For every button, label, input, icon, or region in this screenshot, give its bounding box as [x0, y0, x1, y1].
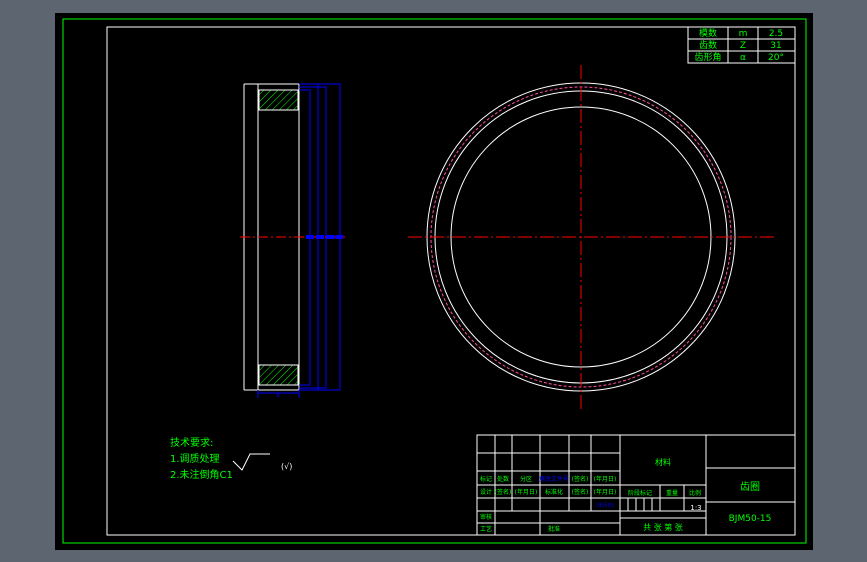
tb-weight: 重量	[666, 489, 678, 497]
section-hatch-bottom	[258, 364, 299, 386]
gear-parameter-table: 模数 m 2.5 齿数 Z 31 齿形角 α 20°	[687, 26, 796, 64]
tech-title: 技术要求:	[170, 436, 213, 449]
tech-item-1: 1.调质处理	[170, 453, 220, 465]
param-val-2: 20°	[768, 53, 784, 63]
width-dimension-label: B	[276, 393, 280, 399]
param-name-1: 齿数	[699, 39, 717, 51]
tb-scale: 比例	[689, 489, 701, 497]
scale-value: 1:3	[690, 504, 701, 512]
drawing-canvas[interactable]: 模数 m 2.5 齿数 Z 31 齿形角 α 20° B 技术要求: 1.调质处…	[55, 13, 813, 550]
roughness-note: (√)	[281, 462, 292, 471]
tb-r2-c1: (签名)	[495, 488, 512, 496]
drawing-number: BJM50-15	[729, 514, 772, 524]
tb-r2-c4: (签名)	[572, 488, 589, 496]
tb-r2-c0: 设计	[480, 488, 492, 496]
tb-r2-c2: (年月日)	[515, 488, 538, 496]
param-sym-2: α	[740, 53, 746, 63]
tb-r2-c5: (年月日)	[594, 488, 617, 496]
material-label: 材料	[655, 457, 671, 467]
tb-r2-c3: 标准化	[545, 488, 563, 496]
tb-sheets: 共 张 第 张	[643, 522, 683, 532]
tb-r1-c4: (签名)	[572, 475, 589, 483]
section-hatch-top	[258, 89, 299, 111]
tb-r1-c5: (年月日)	[594, 475, 617, 483]
surface-roughness-symbol	[232, 453, 270, 471]
tb-approve: 批准	[548, 525, 560, 533]
tb-blue-small: (年月日)	[596, 502, 615, 509]
tb-r1-c1: 处数	[497, 475, 509, 483]
tb-r1-c2: 分区	[520, 475, 532, 483]
tb-stage-mark: 阶段标记	[628, 489, 652, 497]
gear-ring-front-view[interactable]	[408, 65, 774, 412]
tb-r1-c3: 更改文件号	[539, 475, 569, 483]
tb-review: 审核	[480, 513, 492, 521]
param-sym-0: m	[739, 29, 748, 39]
tb-r1-c0: 标记	[480, 475, 492, 483]
param-name-0: 模数	[699, 27, 717, 39]
part-name: 齿圈	[740, 481, 760, 493]
tb-process: 工艺	[480, 525, 492, 533]
technical-requirements: 技术要求: 1.调质处理 2.未注倒角C1 (√)	[170, 436, 292, 481]
param-name-2: 齿形角	[694, 51, 721, 63]
tech-item-2: 2.未注倒角C1	[170, 468, 233, 481]
param-val-0: 2.5	[769, 29, 783, 39]
param-sym-1: Z	[740, 41, 746, 51]
gear-ring-side-view[interactable]: B	[240, 83, 348, 399]
param-val-1: 31	[770, 41, 781, 51]
cad-drawing-viewport[interactable]: 模数 m 2.5 齿数 Z 31 齿形角 α 20° B 技术要求: 1.调质处…	[55, 13, 813, 550]
